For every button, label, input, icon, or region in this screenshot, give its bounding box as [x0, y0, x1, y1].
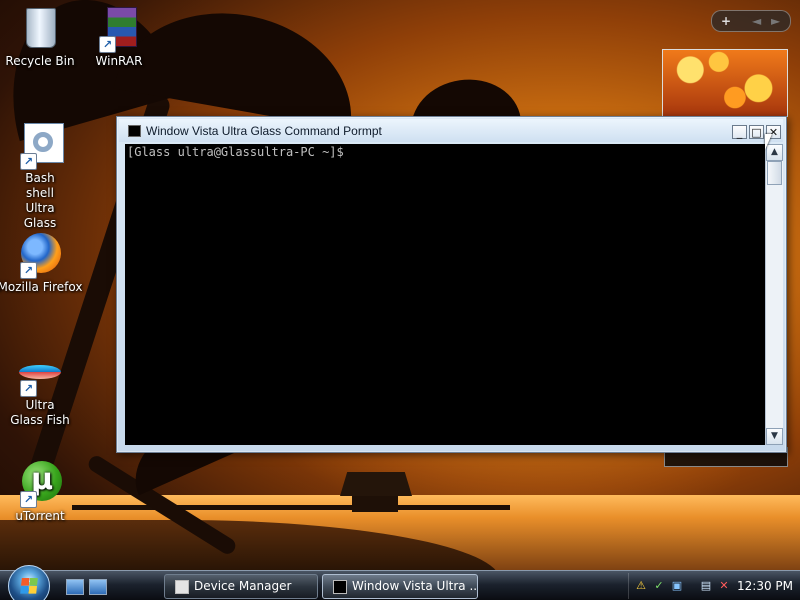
wallpaper-pier — [72, 505, 510, 510]
taskbar-clock[interactable]: 12:30 PM — [737, 571, 793, 600]
shortcut-arrow-icon: ↗ — [99, 36, 116, 53]
winrar-icon: ↗ — [95, 3, 143, 53]
sidebar-controls: + ◄ ► — [711, 10, 791, 32]
utorrent-icon: µ ↗ — [16, 458, 64, 508]
desktop-icon-label: Mozilla Firefox — [0, 280, 83, 294]
console-prompt-line: [Glass ultra@Glassultra-PC ~]$ — [127, 145, 344, 159]
desktop-icon-label: Bash shell Ultra Glass — [23, 171, 57, 230]
fish-icon: ↗ — [16, 347, 64, 397]
show-desktop-icon[interactable] — [66, 579, 84, 595]
device-manager-icon — [175, 580, 189, 594]
command-prompt-icon — [128, 125, 141, 137]
desktop-icon-label: Recycle Bin — [5, 54, 75, 68]
shortcut-arrow-icon: ↗ — [20, 153, 37, 170]
desktop: Recycle Bin ↗ WinRAR ↗ Bash shell Ultra … — [0, 0, 800, 600]
switch-windows-icon[interactable] — [89, 579, 107, 595]
firefox-icon: ↗ — [16, 229, 64, 279]
tray-separator — [628, 573, 629, 599]
sidebar-next-button[interactable]: ► — [771, 11, 780, 31]
vertical-scrollbar[interactable]: ▲ ▼ — [765, 144, 783, 445]
taskbar-command-prompt-button[interactable]: Window Vista Ultra ... — [322, 574, 478, 599]
task-label: Device Manager — [194, 579, 292, 593]
sidebar-add-button[interactable]: + — [721, 11, 731, 31]
volume-muted-icon[interactable]: ✕ — [717, 579, 731, 593]
desktop-icon-label: Ultra Glass Fish — [10, 398, 70, 427]
recycle-bin-icon — [16, 3, 64, 51]
desktop-icon-ultra-glass-fish[interactable]: ↗ Ultra Glass Fish — [0, 347, 83, 428]
desktop-icon-recycle-bin[interactable]: Recycle Bin — [0, 3, 83, 69]
network-connections-icon[interactable]: ▤ — [699, 579, 713, 593]
sidebar-previous-button[interactable]: ◄ — [752, 11, 761, 31]
taskbar: Device Manager Window Vista Ultra ... ⚠ … — [0, 565, 800, 600]
console-area[interactable]: [Glass ultra@Glassultra-PC ~]$ — [125, 144, 765, 445]
slideshow-gadget[interactable] — [662, 49, 788, 117]
wallpaper-hut-roof — [340, 472, 412, 496]
security-center-icon[interactable]: ▣ — [670, 579, 684, 593]
command-prompt-icon — [333, 580, 347, 594]
shortcut-arrow-icon: ↗ — [20, 491, 37, 508]
desktop-icon-firefox[interactable]: ↗ Mozilla Firefox — [0, 229, 83, 295]
task-label: Window Vista Ultra ... — [352, 579, 478, 593]
shortcut-arrow-icon: ↗ — [20, 380, 37, 397]
settings-gear-icon: ↗ — [16, 120, 64, 170]
shortcut-arrow-icon: ↗ — [20, 262, 37, 279]
scroll-thumb[interactable] — [767, 161, 782, 185]
desktop-icon-utorrent[interactable]: µ ↗ uTorrent — [0, 458, 83, 524]
window-titlebar[interactable]: Window Vista Ultra Glass Command Pormpt … — [119, 119, 783, 142]
maximize-button[interactable]: □ — [749, 125, 764, 139]
command-prompt-window[interactable]: Window Vista Ultra Glass Command Pormpt … — [116, 116, 787, 453]
desktop-icon-winrar[interactable]: ↗ WinRAR — [76, 3, 162, 69]
minimize-button[interactable]: _ — [732, 125, 747, 139]
taskbar-device-manager-button[interactable]: Device Manager — [164, 574, 318, 599]
shield-warning-icon[interactable]: ⚠ — [634, 579, 648, 593]
network-icon[interactable]: ✓ — [652, 579, 666, 593]
desktop-icon-label: uTorrent — [15, 509, 65, 523]
mouse-cursor-icon — [765, 134, 772, 150]
window-title: Window Vista Ultra Glass Command Pormpt — [146, 124, 382, 138]
desktop-icon-bash-shell[interactable]: ↗ Bash shell Ultra Glass — [0, 120, 83, 231]
wallpaper-hut-base — [352, 496, 398, 512]
desktop-icon-label: WinRAR — [95, 54, 143, 68]
start-button[interactable] — [8, 565, 50, 600]
scroll-down-button[interactable]: ▼ — [766, 428, 783, 445]
